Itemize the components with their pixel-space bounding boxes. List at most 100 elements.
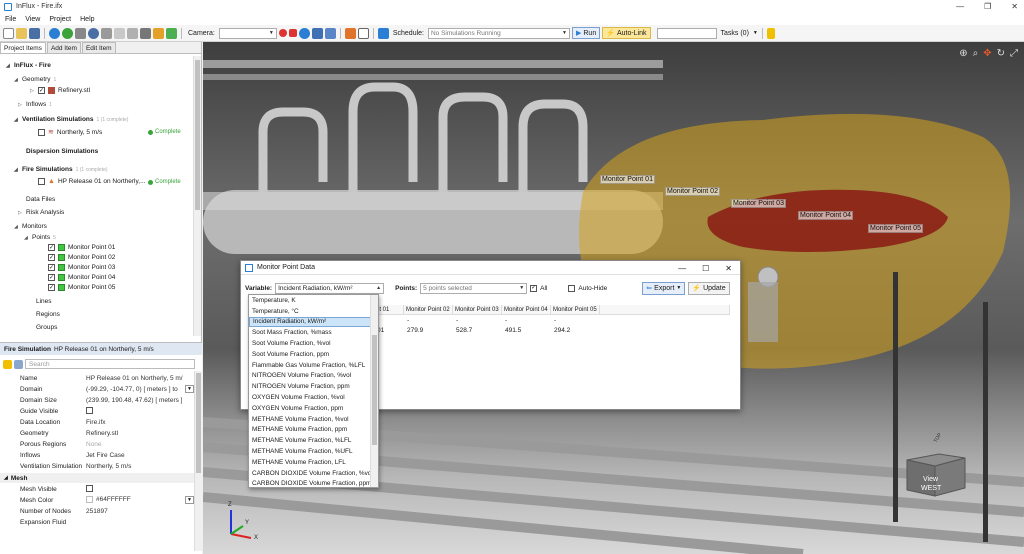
tree-inflows[interactable]: ▷ Inflows 1	[18, 101, 52, 108]
property-row[interactable]: Mesh Visible	[0, 484, 194, 494]
tab-edit-item[interactable]: Edit Item	[81, 42, 116, 53]
update-button[interactable]: ⚡ Update	[688, 281, 730, 295]
expand-icon[interactable]: ▷	[30, 88, 35, 94]
property-row[interactable]: Number of Nodes 251897	[0, 506, 194, 516]
tree-ventilation[interactable]: ◢ Ventilation Simulations 1 (1 complete)	[14, 116, 128, 123]
geometry-icon[interactable]	[75, 27, 86, 39]
property-row[interactable]: Domain Size (239.99, 190.48, 47.62) [ met…	[0, 395, 194, 405]
checkbox[interactable]: ✓	[48, 274, 55, 281]
property-value[interactable]	[83, 484, 194, 494]
rotate-icon[interactable]: ↻	[997, 48, 1005, 59]
dropdown-scrollbar[interactable]	[370, 295, 378, 487]
checkbox[interactable]: ✓	[48, 254, 55, 261]
menu-file[interactable]: File	[5, 16, 16, 23]
property-row[interactable]: Data Location Fire.ifx	[0, 417, 194, 427]
property-value[interactable]: #64FFFFFF	[83, 496, 185, 504]
tab-project-items[interactable]: Project Items	[0, 42, 46, 53]
open-folder-icon[interactable]	[16, 27, 27, 39]
camera-select[interactable]: ▼	[218, 27, 277, 39]
menu-project[interactable]: Project	[49, 16, 71, 23]
property-value[interactable]: (-99.29, -104.77, 0) [ meters ] to	[83, 386, 185, 393]
variable-option[interactable]: Soot Volume Fraction, %vol	[249, 338, 378, 349]
property-value[interactable]: Fire.ifx	[83, 419, 194, 426]
tree-data-files[interactable]: Data Files	[26, 196, 55, 203]
camera-settings-icon[interactable]	[298, 27, 310, 39]
pan-icon[interactable]: ✥	[983, 48, 991, 59]
property-value[interactable]: Northerly, 5 m/s	[83, 463, 194, 470]
chevron-down-icon[interactable]: ▼	[185, 496, 194, 504]
variable-option[interactable]: Temperature, °C	[249, 306, 378, 317]
column-header[interactable]: Monitor Point 05	[551, 305, 600, 315]
collapse-icon[interactable]: ◢	[4, 475, 8, 481]
tree-refinery[interactable]: ▷ ✓ Refinery.stl	[30, 87, 90, 94]
tasks-button[interactable]: Tasks (0)	[721, 30, 749, 37]
guide-visible-checkbox[interactable]	[86, 406, 93, 414]
column-header[interactable]: Monitor Point 02	[404, 305, 453, 315]
expand-icon[interactable]: ▷	[18, 102, 23, 108]
variable-option[interactable]: Soot Mass Fraction, %mass	[249, 327, 378, 338]
tree-monitor-point[interactable]: ✓ Monitor Point 01	[48, 244, 115, 251]
property-value[interactable]: HP Release 01 on Northerly, 5 m/	[83, 375, 194, 382]
checkbox[interactable]: ✓	[38, 87, 45, 94]
variable-option[interactable]: METHANE Volume Fraction, %UFL	[249, 446, 378, 457]
pencil-icon[interactable]	[766, 27, 775, 39]
property-row[interactable]: Name HP Release 01 on Northerly, 5 m/	[0, 373, 194, 383]
save-icon[interactable]	[29, 27, 40, 39]
variable-option[interactable]: Temperature, K	[249, 295, 378, 306]
tab-add-item[interactable]: Add Item	[46, 42, 81, 53]
property-value[interactable]: 251897	[83, 508, 194, 515]
variable-option[interactable]: NITROGEN Volume Fraction, %vol	[249, 371, 378, 382]
variable-option-selected[interactable]: Incident Radiation, kW/m²	[249, 316, 378, 328]
variable-option[interactable]: METHANE Volume Fraction, LFL	[249, 457, 378, 468]
nav-cube-face[interactable]: WEST	[921, 485, 941, 492]
sort-icon[interactable]	[14, 359, 23, 369]
camera-view-icon[interactable]	[311, 27, 323, 39]
close-button[interactable]: ✕	[1011, 2, 1018, 11]
mesh-visible-checkbox[interactable]	[86, 484, 93, 492]
property-value[interactable]: Refinery.stl	[83, 430, 194, 437]
checkbox[interactable]: ✓	[48, 264, 55, 271]
expand-icon[interactable]: ▷	[18, 210, 23, 216]
all-checkbox[interactable]: ✓	[530, 284, 538, 292]
scrollbar-thumb[interactable]	[372, 335, 377, 445]
fire-icon[interactable]	[127, 27, 138, 39]
property-value[interactable]	[83, 406, 194, 416]
variable-option[interactable]: OXYGEN Volume Fraction, %vol	[249, 392, 378, 403]
tree-dispersion[interactable]: Dispersion Simulations	[26, 148, 98, 155]
add-icon[interactable]	[62, 27, 73, 39]
risk-icon[interactable]	[153, 27, 164, 39]
toolbar-search-input[interactable]	[656, 27, 717, 39]
variable-dropdown-list[interactable]: Temperature, K Temperature, °C Incident …	[248, 294, 379, 488]
ventilation-icon[interactable]	[101, 27, 112, 39]
scrollbar-thumb[interactable]	[195, 60, 200, 210]
variable-select[interactable]: Incident Radiation, kW/m² ▲	[275, 282, 385, 294]
collapse-icon[interactable]: ◢	[6, 63, 11, 69]
variable-option[interactable]: METHANE Volume Fraction, %LFL	[249, 435, 378, 446]
dialog-minimize-button[interactable]: —	[678, 264, 686, 273]
collapse-icon[interactable]: ◢	[14, 167, 19, 173]
monitor-label-04[interactable]: Monitor Point 04	[798, 211, 853, 220]
auto-hide-checkbox[interactable]	[568, 284, 576, 292]
chevron-down-icon[interactable]: ▼	[185, 385, 194, 393]
variable-option[interactable]: CARBON DIOXIDE Volume Fraction, %vol	[249, 468, 378, 479]
collapse-icon[interactable]: ◢	[24, 235, 29, 241]
variable-option[interactable]: Flammable Gas Volume Fraction, %LFL	[249, 360, 378, 371]
property-value[interactable]: None	[83, 441, 194, 448]
points-select[interactable]: 5 points selected ▼	[420, 282, 528, 294]
menu-view[interactable]: View	[25, 16, 40, 23]
property-row[interactable]: Expansion Fluid	[0, 517, 194, 527]
schedule-select[interactable]: No Simulations Running ▼	[427, 27, 570, 39]
tree-northerly[interactable]: ≋ Northerly, 5 m/s	[38, 128, 102, 136]
collapse-icon[interactable]: ◢	[14, 77, 19, 83]
camera-snap-icon[interactable]	[324, 27, 336, 39]
dialog-close-button[interactable]: ✕	[725, 264, 732, 273]
property-value[interactable]: Jet Fire Case	[83, 452, 194, 459]
inflow-icon[interactable]	[88, 27, 99, 39]
info-icon[interactable]	[49, 27, 60, 39]
collapse-icon[interactable]: ◢	[14, 117, 19, 123]
data-icon[interactable]	[140, 27, 151, 39]
column-header[interactable]: Monitor Point 04	[502, 305, 551, 315]
layout-icon[interactable]	[344, 27, 356, 39]
auto-link-button[interactable]: ⚡ Auto-Link	[602, 27, 651, 39]
properties-search-input[interactable]: Search	[25, 359, 195, 369]
